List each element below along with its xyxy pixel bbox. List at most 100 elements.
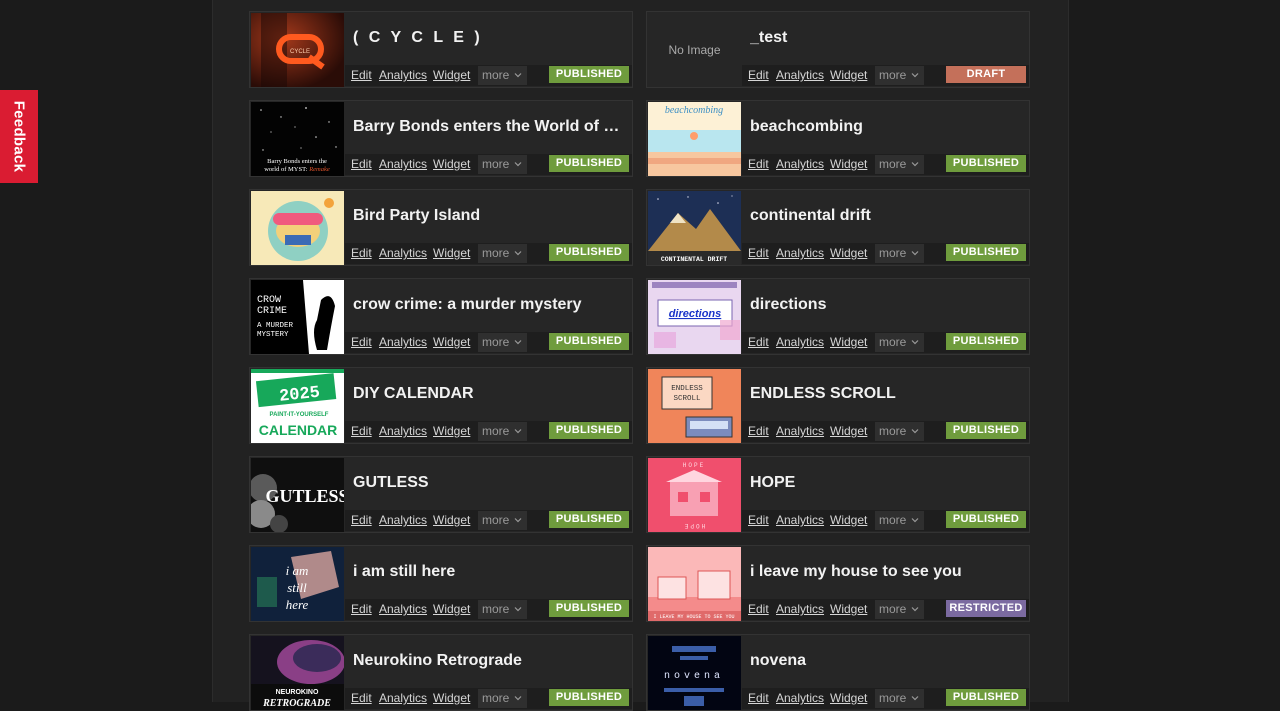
- edit-link[interactable]: Edit: [351, 602, 372, 616]
- widget-link[interactable]: Widget: [433, 602, 470, 616]
- analytics-link[interactable]: Analytics: [379, 424, 427, 438]
- widget-link[interactable]: Widget: [830, 691, 867, 705]
- more-dropdown[interactable]: more: [478, 511, 527, 530]
- edit-link[interactable]: Edit: [748, 602, 769, 616]
- analytics-link[interactable]: Analytics: [379, 335, 427, 349]
- edit-link[interactable]: Edit: [748, 513, 769, 527]
- widget-link[interactable]: Widget: [433, 424, 470, 438]
- more-dropdown[interactable]: more: [875, 66, 924, 85]
- widget-link[interactable]: Widget: [433, 68, 470, 82]
- game-thumbnail[interactable]: [251, 191, 344, 265]
- analytics-link[interactable]: Analytics: [776, 335, 824, 349]
- edit-link[interactable]: Edit: [748, 335, 769, 349]
- game-title[interactable]: DIY CALENDAR: [353, 385, 623, 403]
- analytics-link[interactable]: Analytics: [776, 691, 824, 705]
- more-dropdown[interactable]: more: [875, 333, 924, 352]
- edit-link[interactable]: Edit: [351, 68, 372, 82]
- game-thumbnail[interactable]: ENDLESS SCROLL: [648, 369, 741, 443]
- widget-link[interactable]: Widget: [830, 335, 867, 349]
- widget-link[interactable]: Widget: [830, 246, 867, 260]
- game-thumbnail[interactable]: novena: [648, 636, 741, 710]
- game-thumbnail[interactable]: i am still here: [251, 547, 344, 621]
- edit-link[interactable]: Edit: [748, 246, 769, 260]
- edit-link[interactable]: Edit: [351, 246, 372, 260]
- more-dropdown[interactable]: more: [875, 422, 924, 441]
- edit-link[interactable]: Edit: [351, 513, 372, 527]
- game-thumbnail[interactable]: CROW CRIME A MURDER MYSTERY: [251, 280, 344, 354]
- widget-link[interactable]: Widget: [433, 246, 470, 260]
- game-title[interactable]: GUTLESS: [353, 474, 623, 492]
- widget-link[interactable]: Widget: [830, 602, 867, 616]
- edit-link[interactable]: Edit: [351, 691, 372, 705]
- widget-link[interactable]: Widget: [830, 68, 867, 82]
- game-title[interactable]: ENDLESS SCROLL: [750, 385, 1020, 403]
- game-title[interactable]: i leave my house to see you: [750, 563, 1020, 581]
- analytics-link[interactable]: Analytics: [379, 691, 427, 705]
- edit-link[interactable]: Edit: [351, 335, 372, 349]
- widget-link[interactable]: Widget: [830, 157, 867, 171]
- game-title[interactable]: Bird Party Island: [353, 207, 623, 225]
- svg-text:I LEAVE MY HOUSE TO SEE YOU: I LEAVE MY HOUSE TO SEE YOU: [653, 614, 734, 620]
- analytics-link[interactable]: Analytics: [379, 246, 427, 260]
- edit-link[interactable]: Edit: [351, 424, 372, 438]
- analytics-link[interactable]: Analytics: [776, 157, 824, 171]
- analytics-link[interactable]: Analytics: [379, 602, 427, 616]
- game-title[interactable]: _test: [750, 29, 1020, 47]
- game-thumbnail[interactable]: directions: [648, 280, 741, 354]
- edit-link[interactable]: Edit: [351, 157, 372, 171]
- game-action-bar: Edit Analytics Widget more DRAFT: [742, 65, 1029, 86]
- game-title[interactable]: ( C Y C L E ): [353, 29, 623, 47]
- analytics-link[interactable]: Analytics: [379, 513, 427, 527]
- edit-link[interactable]: Edit: [748, 424, 769, 438]
- game-title[interactable]: beachcombing: [750, 118, 1020, 136]
- analytics-link[interactable]: Analytics: [776, 513, 824, 527]
- game-thumbnail[interactable]: Barry Bonds enters the world of MYST: Rem…: [251, 102, 344, 176]
- more-dropdown[interactable]: more: [478, 244, 527, 263]
- more-dropdown[interactable]: more: [478, 689, 527, 708]
- analytics-link[interactable]: Analytics: [379, 68, 427, 82]
- widget-link[interactable]: Widget: [433, 335, 470, 349]
- more-dropdown[interactable]: more: [478, 422, 527, 441]
- more-dropdown[interactable]: more: [875, 244, 924, 263]
- game-thumbnail[interactable]: beachcombing: [648, 102, 741, 176]
- widget-link[interactable]: Widget: [830, 424, 867, 438]
- game-title[interactable]: i am still here: [353, 563, 623, 581]
- game-title[interactable]: directions: [750, 296, 1020, 314]
- game-title[interactable]: HOPE: [750, 474, 1020, 492]
- game-card: No Image _test Edit Analytics Widget more DRAF…: [646, 11, 1030, 88]
- more-dropdown[interactable]: more: [875, 600, 924, 619]
- game-thumbnail[interactable]: GUTLESS: [251, 458, 344, 532]
- edit-link[interactable]: Edit: [748, 68, 769, 82]
- analytics-link[interactable]: Analytics: [776, 424, 824, 438]
- game-thumbnail[interactable]: NEUROKINO RETROGRADE: [251, 636, 344, 710]
- game-title[interactable]: Barry Bonds enters the World of MYST: Re…: [353, 118, 623, 136]
- more-dropdown[interactable]: more: [875, 155, 924, 174]
- analytics-link[interactable]: Analytics: [776, 68, 824, 82]
- analytics-link[interactable]: Analytics: [776, 246, 824, 260]
- game-title[interactable]: continental drift: [750, 207, 1020, 225]
- widget-link[interactable]: Widget: [830, 513, 867, 527]
- edit-link[interactable]: Edit: [748, 157, 769, 171]
- more-dropdown[interactable]: more: [478, 155, 527, 174]
- widget-link[interactable]: Widget: [433, 691, 470, 705]
- analytics-link[interactable]: Analytics: [776, 602, 824, 616]
- game-title[interactable]: Neurokino Retrograde: [353, 652, 623, 670]
- game-thumbnail[interactable]: CYCLE: [251, 13, 344, 87]
- more-dropdown[interactable]: more: [478, 66, 527, 85]
- game-thumbnail[interactable]: CONTINENTAL DRIFT: [648, 191, 741, 265]
- edit-link[interactable]: Edit: [748, 691, 769, 705]
- game-card: GUTLESS GUTLESS Edit Analytics Widget more PUB…: [249, 456, 633, 533]
- game-title[interactable]: novena: [750, 652, 1020, 670]
- more-dropdown[interactable]: more: [875, 689, 924, 708]
- game-thumbnail[interactable]: I LEAVE MY HOUSE TO SEE YOU: [648, 547, 741, 621]
- widget-link[interactable]: Widget: [433, 513, 470, 527]
- more-dropdown[interactable]: more: [478, 333, 527, 352]
- widget-link[interactable]: Widget: [433, 157, 470, 171]
- game-thumbnail[interactable]: 2025 PAINT-IT-YOURSELF CALENDAR: [251, 369, 344, 443]
- more-dropdown[interactable]: more: [875, 511, 924, 530]
- more-dropdown[interactable]: more: [478, 600, 527, 619]
- game-thumbnail[interactable]: HOPE HOPE: [648, 458, 741, 532]
- feedback-tab[interactable]: Feedback: [0, 90, 38, 183]
- analytics-link[interactable]: Analytics: [379, 157, 427, 171]
- game-title[interactable]: crow crime: a murder mystery: [353, 296, 623, 314]
